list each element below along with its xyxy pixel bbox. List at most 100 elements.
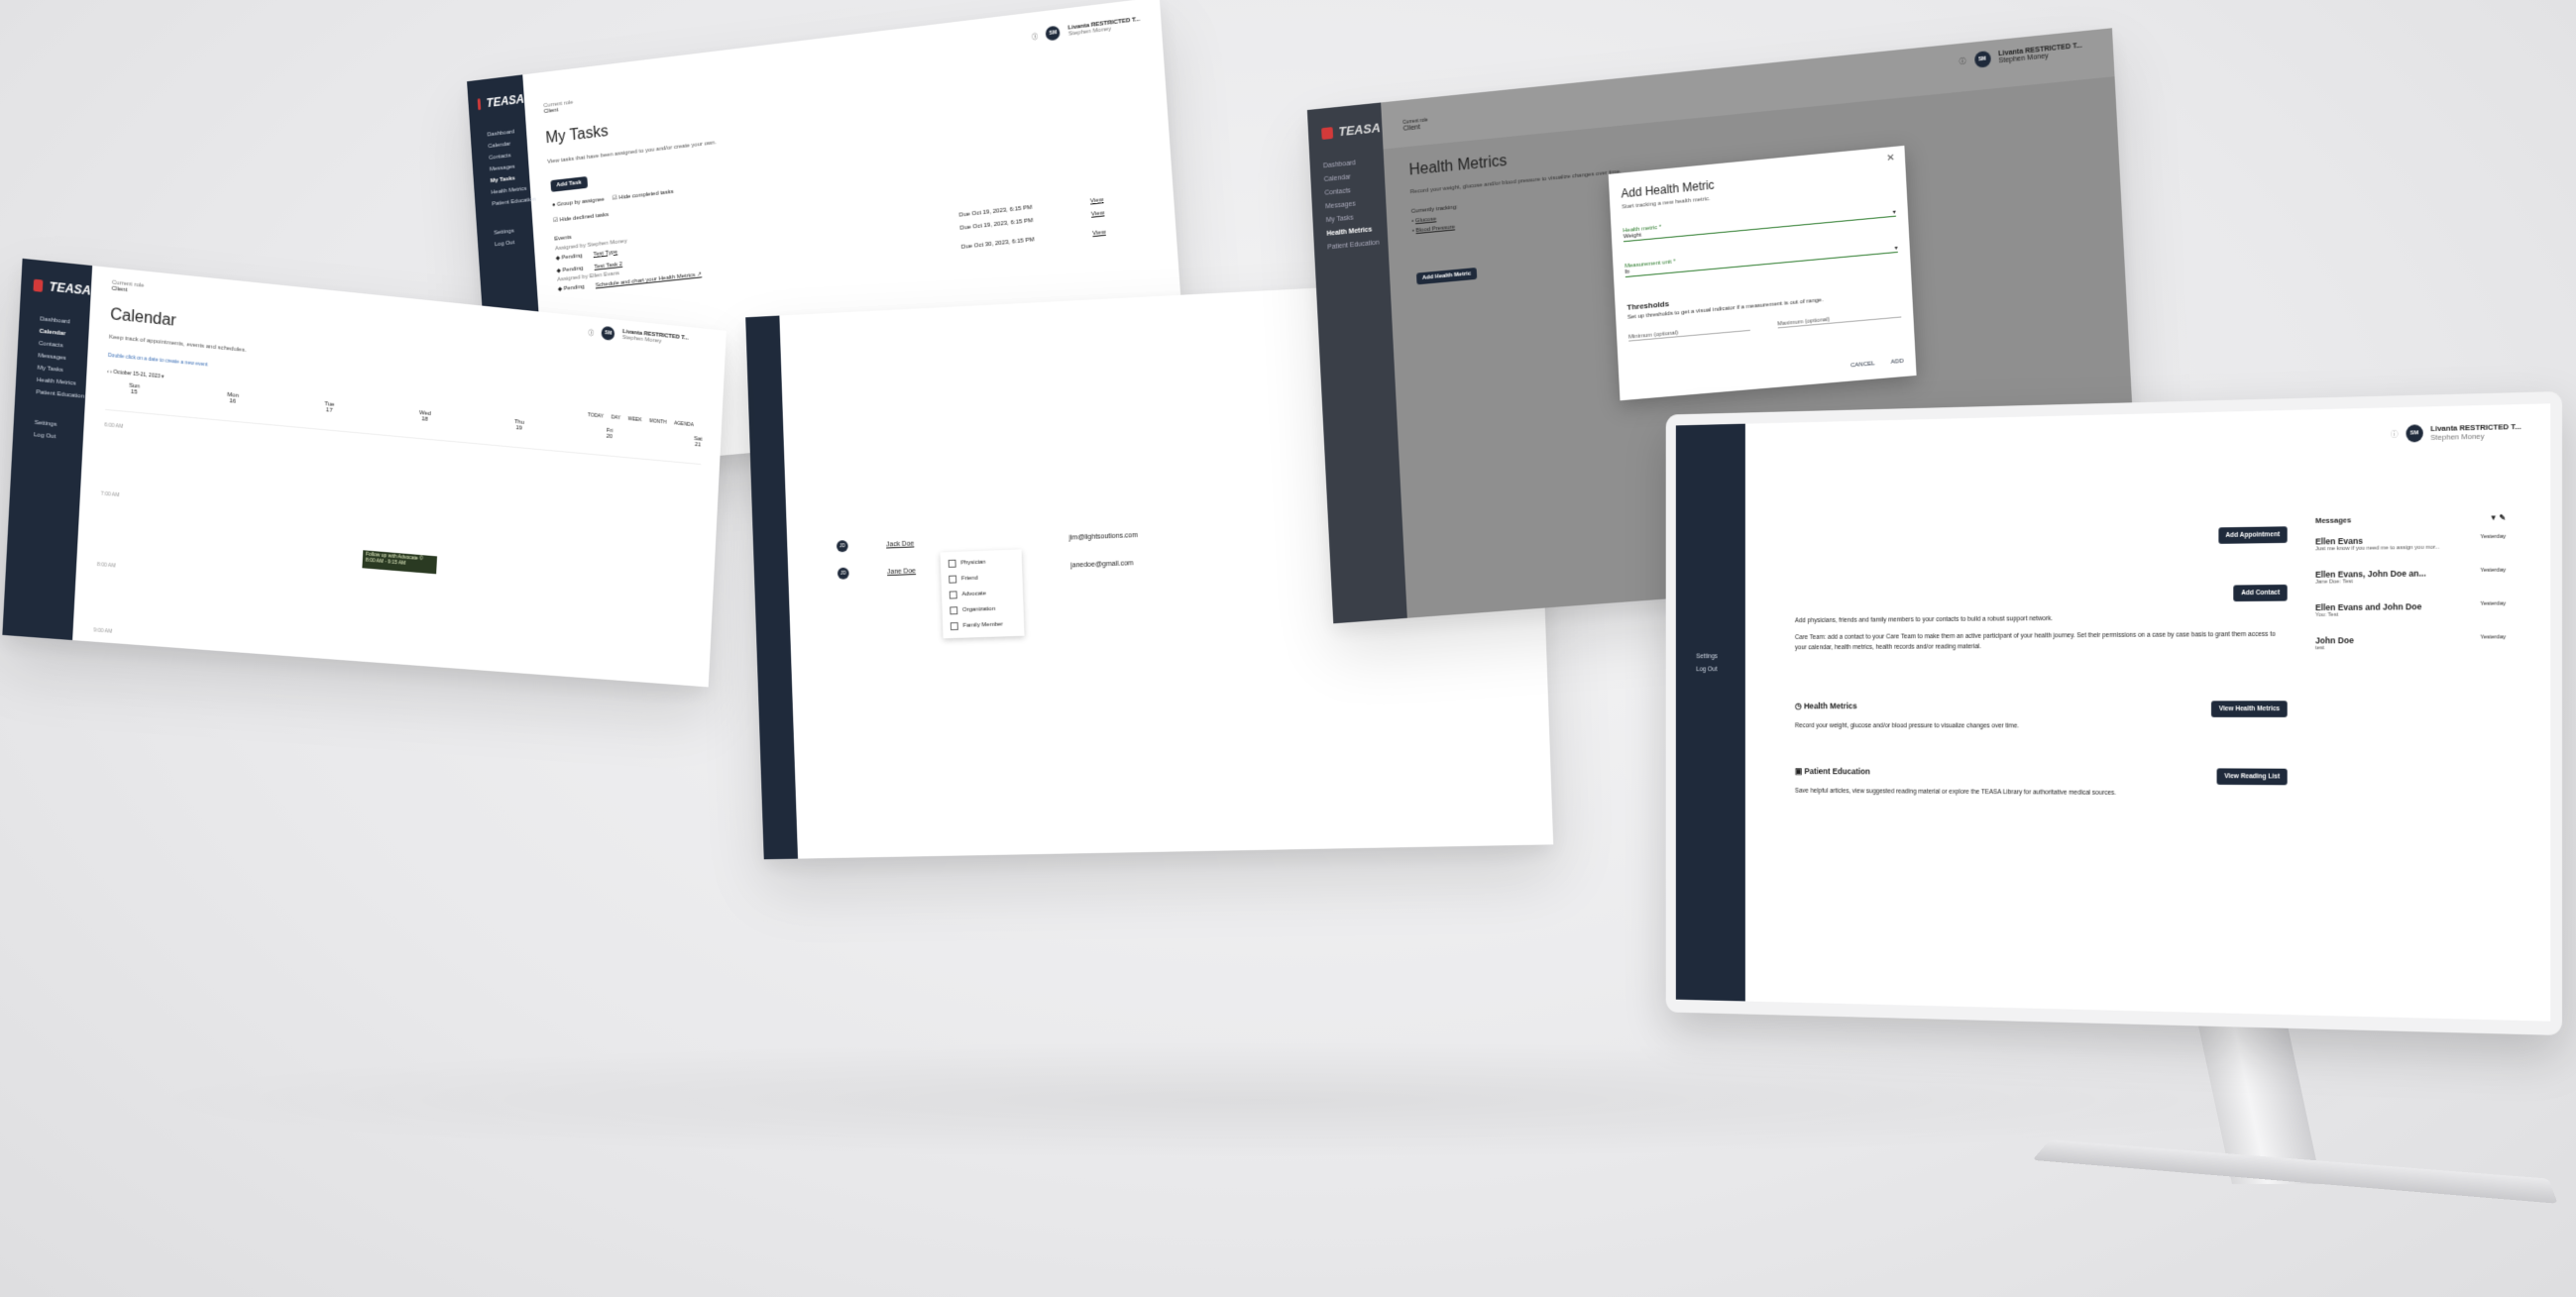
- teasa-logo-icon: [1321, 126, 1334, 140]
- group-by-assignee-toggle[interactable]: ● Group by assignee: [552, 197, 605, 209]
- card-title-text: Patient Education: [1804, 766, 1870, 777]
- menu-item-label: Advocate: [961, 591, 986, 598]
- contact-row[interactable]: JD Jack Doe jim@lightsoutions.com: [836, 529, 1139, 553]
- care-team-desc: Care Team: add a contact to your Care Te…: [1794, 630, 2276, 652]
- avatar[interactable]: SM: [1045, 25, 1062, 42]
- user-menu[interactable]: ⓘ SM Livanta RESTRICTED T...Stephen Mone…: [1031, 16, 1141, 43]
- card-desc: Save helpful articles, view suggested re…: [1794, 788, 2117, 797]
- view-link[interactable]: View: [1091, 210, 1105, 218]
- day-number: 18: [421, 416, 428, 423]
- hide-declined-checkbox[interactable]: ☑ Hide declined tasks: [553, 212, 609, 224]
- view-link[interactable]: View: [1090, 196, 1104, 204]
- chevron-down-icon: ▾: [1894, 245, 1898, 253]
- checkbox[interactable]: [949, 591, 957, 599]
- view-health-metrics-button[interactable]: View Health Metrics: [2211, 701, 2288, 717]
- sidebar: [1675, 423, 1745, 1002]
- field-value: Weight: [1623, 232, 1642, 241]
- sidebar-nav: Settings Log Out: [1696, 651, 1718, 677]
- view-month[interactable]: MONTH: [649, 418, 667, 425]
- group-by-assignee-label: Group by assignee: [556, 196, 606, 208]
- page-subtitle: Keep track of appointments, events and s…: [108, 334, 247, 355]
- checkbox[interactable]: [950, 606, 958, 615]
- minimum-input[interactable]: Minimum (optional): [1627, 323, 1751, 342]
- brand: TEASA: [1308, 120, 1383, 142]
- view-agenda[interactable]: AGENDA: [674, 420, 694, 428]
- contact-avatar: JD: [837, 567, 849, 580]
- contact-name[interactable]: Jack Doe: [886, 540, 914, 548]
- contact-name[interactable]: Jane Doe: [887, 568, 916, 576]
- checkbox[interactable]: [950, 622, 958, 631]
- message-time: Yesterday: [2480, 600, 2507, 607]
- message-item[interactable]: Ellen Evans and John Doe Yesterday You: T…: [2315, 601, 2506, 618]
- add-appointment-button[interactable]: Add Appointment: [2217, 526, 2288, 544]
- sidebar-item-log-out[interactable]: Log Out: [1696, 664, 1718, 677]
- checkbox[interactable]: [949, 575, 957, 584]
- day-header[interactable]: Sat 21: [694, 436, 703, 448]
- day-header[interactable]: Sun 15: [129, 382, 140, 395]
- add-health-metric-button[interactable]: Add Health Metric: [1415, 267, 1478, 285]
- message-item[interactable]: John Doe Yesterday test: [2315, 634, 2506, 651]
- avatar[interactable]: SM: [1973, 51, 1991, 68]
- hour-label: 6:00 AM: [104, 422, 124, 430]
- card-title-text: Health Metrics: [1803, 701, 1857, 711]
- role-breadcrumb: Current role Client: [111, 279, 144, 295]
- help-icon[interactable]: ⓘ: [588, 327, 594, 336]
- thresholds-title: Thresholds: [1626, 299, 1670, 312]
- tracking-item-label: Glucose: [1414, 216, 1437, 225]
- contacts-desc: Add physicians, friends and family membe…: [1794, 615, 2054, 624]
- view-week[interactable]: WEEK: [627, 416, 641, 423]
- day-header[interactable]: Wed 18: [418, 410, 431, 423]
- user-menu[interactable]: ⓘ SM Livanta RESTRICTED T...Stephen Mone…: [2391, 422, 2521, 443]
- user-menu[interactable]: ⓘ SM Livanta RESTRICTED T...Stephen Mone…: [588, 325, 689, 349]
- messages-panel: Messages ▼ ✎ Ellen Evans Yesterday Just m…: [2315, 513, 2506, 669]
- contact-email: jim@lightsoutions.com: [1068, 531, 1139, 542]
- contact-type-menu: Physician Friend Advocate Organization F…: [940, 549, 1025, 639]
- role-breadcrumb: Current role Client: [1402, 117, 1428, 132]
- cancel-button[interactable]: CANCEL: [1850, 361, 1875, 369]
- brand: TEASA: [468, 92, 524, 112]
- patient-education-card: ▣ Patient Education View Reading List Sa…: [1795, 766, 2288, 816]
- brand-name: TEASA: [486, 91, 525, 111]
- create-event-hint[interactable]: Double click on a date to create a new e…: [108, 353, 208, 369]
- message-item[interactable]: Ellen Evans, John Doe an... Yesterday Jan…: [2315, 568, 2506, 586]
- day-header[interactable]: Tue 17: [324, 401, 334, 414]
- view-today[interactable]: TODAY: [588, 412, 604, 419]
- menu-item-family-member[interactable]: Family Member: [943, 616, 1025, 635]
- checkbox[interactable]: [948, 559, 956, 568]
- view-day[interactable]: DAY: [611, 414, 620, 421]
- add-task-button[interactable]: Add Task: [550, 175, 588, 192]
- page-title: Health Metrics: [1408, 153, 1508, 179]
- status: ◆ Pending: [557, 283, 585, 293]
- compose-icon[interactable]: ✎: [2500, 513, 2507, 522]
- view-link[interactable]: View: [1092, 229, 1106, 237]
- add-contact-button[interactable]: Add Contact: [2233, 584, 2288, 602]
- maximum-input[interactable]: Maximum (optional): [1777, 310, 1902, 329]
- help-icon[interactable]: ⓘ: [2391, 428, 2399, 439]
- close-icon[interactable]: ✕: [1886, 153, 1895, 164]
- view-reading-list-button[interactable]: View Reading List: [2216, 768, 2288, 786]
- messages-title: Messages: [2314, 515, 2352, 525]
- hide-completed-checkbox[interactable]: ☑ Hide completed tasks: [613, 189, 674, 202]
- dialog-actions: CANCEL ADD: [1850, 359, 1904, 370]
- add-button[interactable]: ADD: [1891, 359, 1904, 366]
- user-name: Stephen Money: [2430, 431, 2485, 442]
- status-text: Pending: [563, 283, 585, 292]
- message-item[interactable]: Ellen Evans Yesterday Just me know if you…: [2315, 534, 2506, 552]
- tracking-item-label: Blood Pressure: [1415, 224, 1456, 235]
- day-header[interactable]: Fri 20: [606, 428, 613, 440]
- message-sender: John Doe: [2314, 635, 2354, 646]
- sidebar-item-settings[interactable]: Settings: [1696, 651, 1718, 664]
- health-metric-select[interactable]: Health metric * Weight ▾: [1623, 202, 1896, 243]
- avatar[interactable]: SM: [2406, 424, 2423, 443]
- day-header[interactable]: Mon 16: [227, 392, 239, 405]
- help-icon[interactable]: ⓘ: [1959, 56, 1966, 67]
- message-sender: Ellen Evans: [2314, 535, 2363, 547]
- avatar[interactable]: SM: [601, 325, 616, 341]
- filter-icon[interactable]: ▼: [2490, 513, 2498, 522]
- help-icon[interactable]: ⓘ: [1032, 31, 1039, 41]
- day-header[interactable]: Thu 19: [513, 419, 524, 432]
- hour-label: 7:00 AM: [100, 490, 120, 499]
- measurement-unit-select[interactable]: Measurement unit * lb ▾: [1624, 238, 1898, 278]
- health-metrics-card: ◷ Health Metrics View Health Metrics Rec…: [1795, 701, 2288, 749]
- calendar-grid[interactable]: 6:00 AM 7:00 AM 8:00 AM 9:00 AM: [93, 408, 702, 677]
